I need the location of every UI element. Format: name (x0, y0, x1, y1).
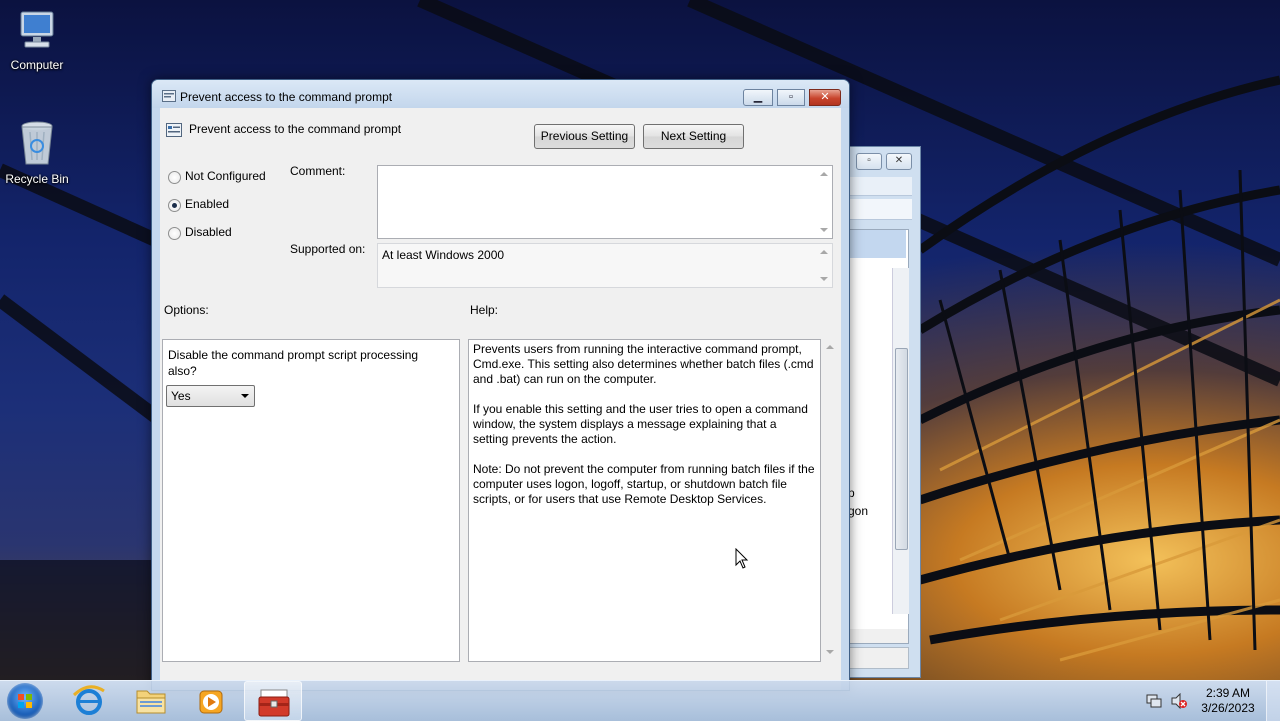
scrollbar-thumb[interactable] (895, 348, 908, 550)
radio-disabled[interactable] (168, 227, 181, 240)
options-pane: Disable the command prompt script proces… (162, 339, 460, 662)
next-setting-button[interactable]: Next Setting (643, 124, 744, 149)
radio-enabled[interactable] (168, 199, 181, 212)
media-player-icon (199, 690, 223, 714)
background-window-menubar (848, 177, 912, 196)
radio-not-configured[interactable] (168, 171, 181, 184)
network-icon[interactable] (1146, 694, 1162, 711)
scroll-down-icon[interactable] (820, 277, 828, 281)
policy-setting-icon (166, 123, 182, 140)
taskbar-item-media-player[interactable] (182, 681, 240, 721)
scroll-down-icon[interactable] (826, 650, 834, 654)
maximize-button[interactable]: ▫ (777, 89, 805, 106)
supported-on-scrollbar[interactable] (816, 244, 832, 287)
show-desktop-button[interactable] (1266, 681, 1280, 721)
system-clock[interactable]: 2:39 AM 3/26/2023 (1192, 686, 1264, 716)
scroll-up-icon[interactable] (820, 172, 828, 176)
chevron-down-icon (241, 394, 249, 398)
background-window-caption-buttons: ▫ ✕ (856, 153, 912, 170)
close-icon: ✕ (820, 91, 830, 103)
supported-on-field: At least Windows 2000 (377, 243, 833, 288)
scroll-down-icon[interactable] (820, 228, 828, 232)
title-bar[interactable]: Prevent access to the command prompt ▁ ▫… (152, 80, 849, 108)
script-processing-dropdown[interactable]: Yes (166, 385, 255, 407)
close-button[interactable]: ✕ (809, 89, 841, 106)
minimize-button[interactable]: ▁ (743, 89, 773, 106)
background-window[interactable]: ▫ ✕ p gon (848, 146, 921, 678)
maximize-icon: ▫ (789, 91, 793, 103)
background-window-pane[interactable]: p gon (848, 229, 909, 631)
window-title: Prevent access to the command prompt (180, 90, 393, 104)
recycle-bin-icon (13, 120, 61, 168)
background-window-toolbar (848, 199, 912, 220)
start-button[interactable] (7, 683, 43, 719)
options-label: Options: (164, 303, 209, 317)
scrollbar[interactable] (892, 268, 909, 614)
taskbar-item-windows-explorer[interactable] (122, 681, 180, 721)
radio-label[interactable]: Not Configured (185, 169, 266, 183)
close-icon[interactable]: ✕ (886, 153, 912, 170)
desktop-icon-computer[interactable]: Computer (0, 8, 74, 72)
radio-label[interactable]: Disabled (185, 225, 232, 239)
folder-icon (136, 690, 166, 714)
clock-time: 2:39 AM (1205, 686, 1251, 700)
help-paragraph: Prevents users from running the interact… (473, 342, 814, 386)
help-text: Prevents users from running the interact… (473, 342, 815, 522)
help-paragraph: Note: Do not prevent the computer from r… (473, 462, 815, 506)
horizontal-scrollbar[interactable] (848, 629, 909, 644)
maximize-icon[interactable]: ▫ (856, 153, 882, 170)
option-question: Disable the command prompt script proces… (168, 348, 419, 378)
internet-explorer-icon (72, 685, 105, 715)
policy-setting-dialog: Prevent access to the command prompt ▁ ▫… (151, 79, 850, 691)
desktop-icon-label: Recycle Bin (5, 172, 69, 186)
mouse-cursor-icon (735, 547, 749, 573)
scroll-up-icon[interactable] (826, 345, 834, 349)
policy-name: Prevent access to the command prompt (189, 122, 402, 136)
list-item-text: gon (848, 504, 869, 518)
clock-date: 3/26/2023 (1201, 701, 1255, 715)
help-pane: Prevents users from running the interact… (468, 339, 821, 662)
taskbar: 2:39 AM 3/26/2023 (0, 680, 1280, 721)
taskbar-item-internet-explorer[interactable] (60, 681, 118, 721)
comment-scrollbar[interactable] (816, 166, 832, 238)
comment-field[interactable] (377, 165, 833, 239)
previous-setting-button[interactable]: Previous Setting (534, 124, 635, 149)
taskbar-item-group-policy-editor[interactable] (244, 681, 302, 721)
dropdown-value: Yes (171, 389, 191, 403)
volume-muted-icon[interactable] (1170, 692, 1188, 712)
computer-icon (13, 8, 61, 54)
status-bar (848, 647, 909, 669)
scroll-up-icon[interactable] (820, 250, 828, 254)
help-paragraph: If you enable this setting and the user … (473, 402, 808, 446)
dialog-client-area: Prevent access to the command prompt Pre… (160, 108, 841, 690)
toolbox-icon (258, 689, 290, 717)
supported-on-label: Supported on: (290, 242, 366, 256)
desktop-icon-label: Computer (10, 58, 64, 72)
selected-row (848, 230, 906, 258)
radio-label[interactable]: Enabled (185, 197, 229, 211)
supported-on-value: At least Windows 2000 (382, 248, 505, 262)
comment-label: Comment: (290, 164, 346, 178)
policy-icon (162, 90, 176, 105)
help-label: Help: (470, 303, 499, 317)
help-scrollbar[interactable] (822, 339, 838, 660)
windows-logo-icon (18, 694, 32, 708)
desktop-icon-recycle-bin[interactable]: Recycle Bin (0, 120, 74, 186)
minimize-icon: ▁ (753, 91, 763, 103)
